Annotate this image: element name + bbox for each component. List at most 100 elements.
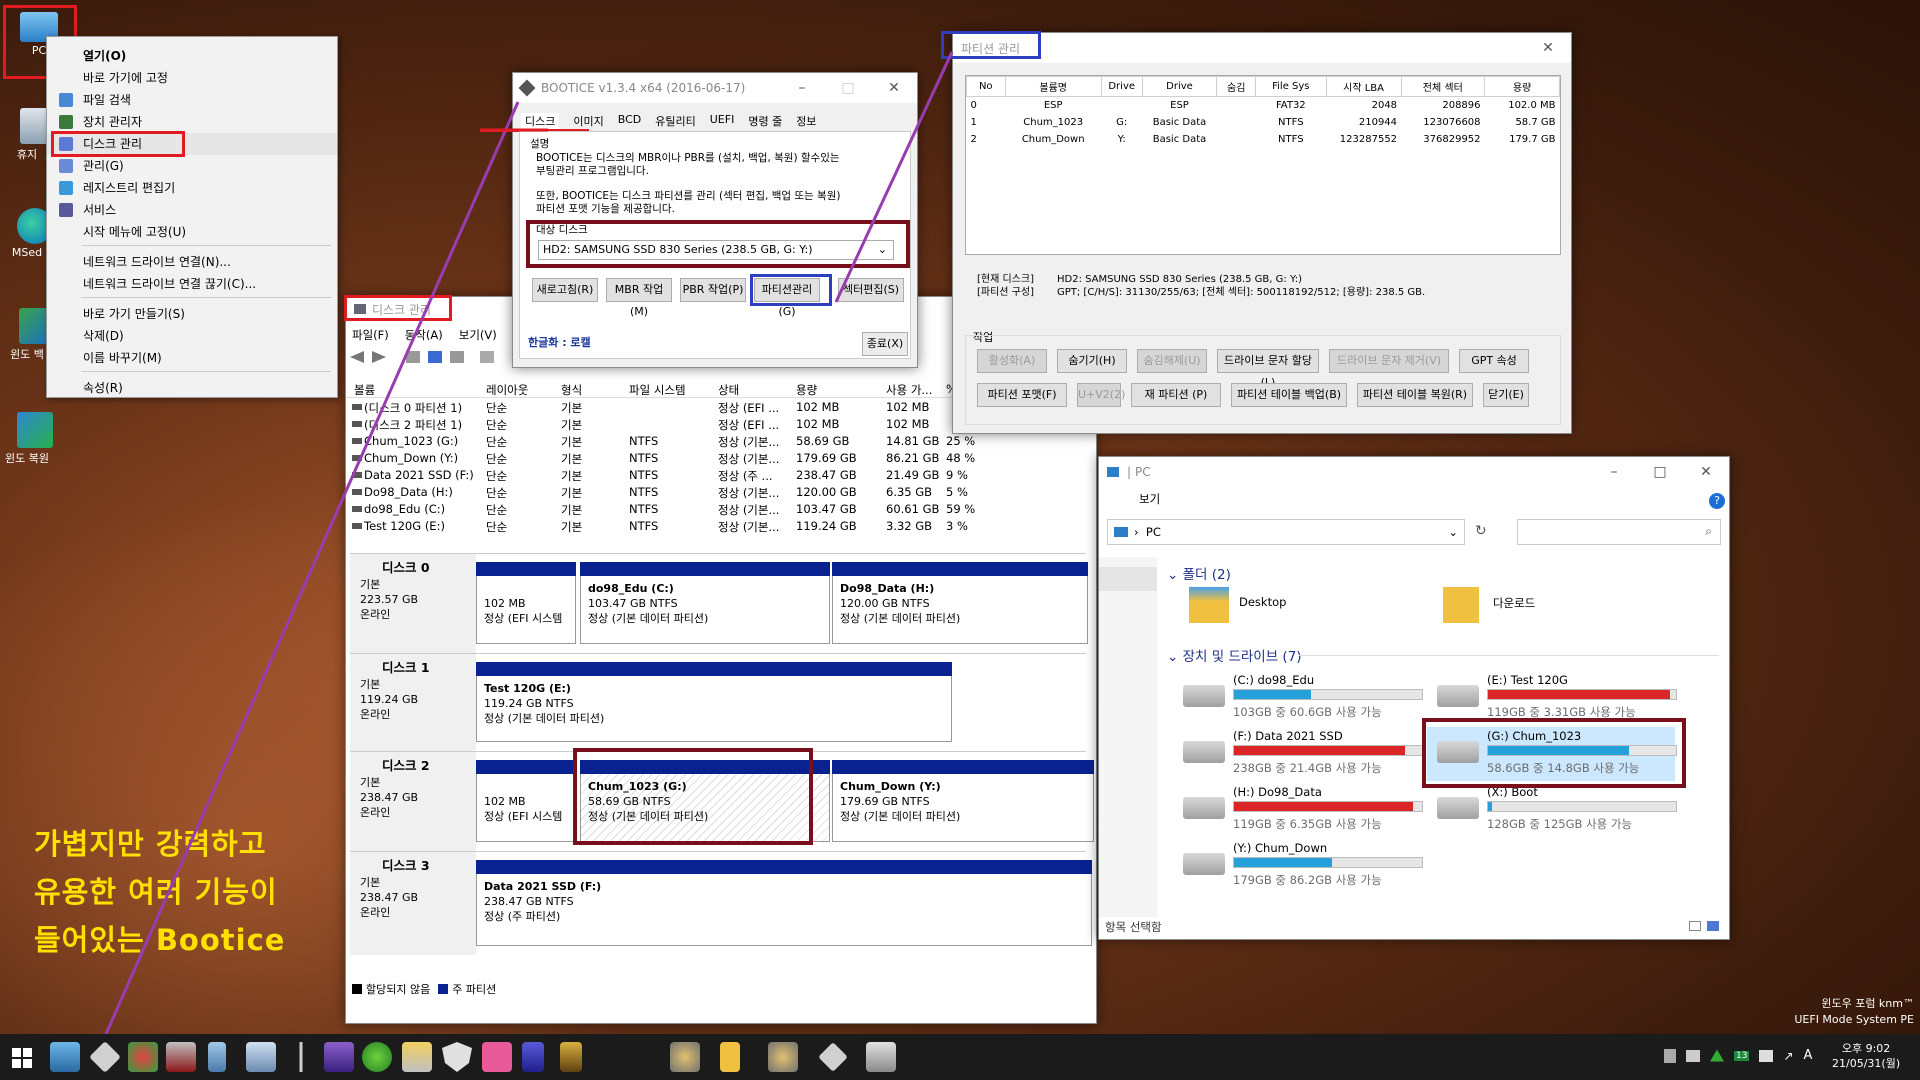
column-header[interactable]: 시작 LBA [1325,76,1402,97]
close-button[interactable]: ✕ [1525,33,1571,63]
taskbar-shield-icon[interactable] [442,1042,472,1072]
maximize-button[interactable]: □ [1637,457,1683,487]
taskbar-running-2[interactable] [720,1042,740,1072]
column-header[interactable]: 용량 [1484,76,1560,97]
partmgr-button-1[interactable]: 숨기기(H) [1057,349,1127,373]
partition-block[interactable]: Do98_Data (H:) 120.00 GB NTFS 정상 (기본 데이터 파… [832,562,1088,644]
drives-header[interactable]: ⌄ 장치 및 드라이브 (7) [1167,645,1302,665]
taskbar-app3-icon[interactable] [128,1042,158,1072]
partition-block[interactable]: Chum_Down (Y:) 179.69 GB NTFS 정상 (기본 데이터 파… [832,760,1094,842]
menu-view[interactable]: 보기(V) [459,327,497,343]
menu-item-7[interactable]: 서비스 [47,199,337,221]
volume-row[interactable]: Test 120G (E:) 단순 기본 NTFS 정상 (기본... 119.24 GB… [346,518,1086,535]
mbr-button[interactable]: MBR 작업(M) [606,278,672,318]
tab-utility[interactable]: 유틸리티 [655,113,695,129]
properties-icon[interactable] [450,351,464,363]
folder-desktop[interactable]: Desktop [1189,587,1349,627]
partition-block[interactable]: 102 MB 정상 (EFI 시스템 [476,760,576,842]
drive-item[interactable]: (F:) Data 2021 SSD 238GB 중 21.4GB 사용 가능 [1183,727,1443,777]
taskbar-app13-icon[interactable] [522,1042,544,1072]
column-header[interactable]: 숨김 [1216,76,1256,97]
menu-item-0[interactable]: 열기(O) [47,45,337,67]
partmgr-button-7[interactable]: U+V2(2) [1077,383,1125,407]
explorer-ribbon-view[interactable]: 보기 [1139,491,1160,507]
drive-item[interactable]: (H:) Do98_Data 119GB 중 6.35GB 사용 가능 [1183,783,1443,833]
minimize-button[interactable]: – [779,73,825,103]
taskbar-app9-icon[interactable] [362,1042,392,1072]
tab-bcd[interactable]: BCD [618,113,642,129]
partmgr-button-10[interactable]: 파티션 테이블 복원(R) [1357,383,1473,407]
volume-row[interactable]: Chum_Down (Y:) 단순 기본 NTFS 정상 (기본... 179.69 GB… [346,450,1086,467]
tray-display-icon[interactable] [1686,1049,1700,1062]
explorer-titlebar[interactable]: | PC – □ ✕ [1099,457,1729,487]
address-bar[interactable]: › PC ⌄ [1107,519,1465,545]
taskbar-running-5[interactable] [866,1042,896,1072]
taskbar-running-3[interactable] [768,1042,798,1072]
menu-item-10[interactable]: 네트워크 드라이브 연결 끊기(C)... [47,273,337,295]
menu-item-12[interactable]: 삭제(D) [47,325,337,347]
view-tiles-icon[interactable] [1707,921,1719,931]
drive-item[interactable]: (X:) Boot 128GB 중 125GB 사용 가능 [1437,783,1697,833]
tray-chat-icon[interactable] [1759,1049,1774,1062]
taskbar-app12-icon[interactable] [482,1042,512,1072]
partmgr-button-9[interactable]: 파티션 테이블 백업(B) [1231,383,1347,407]
taskbar-app8-icon[interactable] [324,1042,354,1072]
refresh-icon[interactable] [480,351,494,363]
partmgr-button-4[interactable]: 드라이브 문자 제거(V) [1329,349,1449,373]
partition-row[interactable]: 0 ESP ESP FAT32 2048 208896 102.0 MB [967,97,1560,114]
column-header[interactable]: File Sys [1254,76,1327,97]
folders-header[interactable]: ⌄ 폴더 (2) [1167,563,1231,583]
close-button[interactable]: ✕ [1683,457,1729,487]
tab-cmd[interactable]: 명령 줄 [748,113,782,129]
taskbar-tools-icon[interactable] [299,1042,303,1072]
tray-badge[interactable]: 13 [1734,1050,1750,1061]
partition-manager-titlebar[interactable]: 파티션 관리 ✕ [953,33,1571,63]
help-icon[interactable]: ? [1709,493,1725,509]
disk-label[interactable]: 디스크 2 기본 238.47 GB 온라인 [350,752,476,851]
taskbar-app14-icon[interactable] [560,1042,582,1072]
exit-button[interactable]: 종료(X) [862,332,908,356]
taskbar-running-1[interactable] [670,1042,700,1072]
column-header[interactable]: 볼륨명 [1004,76,1102,97]
column-header[interactable]: 전체 섹터 [1400,76,1486,97]
pbr-button[interactable]: PBR 작업(P) [680,278,746,302]
menu-file[interactable]: 파일(F) [352,327,389,343]
volume-row[interactable]: Do98_Data (H:) 단순 기본 NTFS 정상 (기본... 120.00 GB… [346,484,1086,501]
help-icon[interactable] [428,351,442,363]
partmgr-button-2[interactable]: 숨김해제(U) [1137,349,1207,373]
forward-icon[interactable] [372,351,386,363]
tab-uefi[interactable]: UEFI [710,113,735,129]
volume-row[interactable]: Chum_1023 (G:) 단순 기본 NTFS 정상 (기본... 58.69 GB 1… [346,433,1086,450]
tray-network-icon[interactable] [1664,1048,1676,1063]
clock[interactable]: 오후 9:02 21/05/31(월) [1832,1041,1900,1071]
drive-item[interactable]: (Y:) Chum_Down 179GB 중 86.2GB 사용 가능 [1183,839,1443,889]
partition-row[interactable]: 1 Chum_1023 G: Basic Data NTFS 210944 12307660… [967,114,1560,131]
drive-item[interactable]: (E:) Test 120G 119GB 중 3.31GB 사용 가능 [1437,671,1697,721]
menu-item-2[interactable]: 파일 검색 [47,89,337,111]
drive-item[interactable]: (C:) do98_Edu 103GB 중 60.6GB 사용 가능 [1183,671,1443,721]
partition-block[interactable]: do98_Edu (C:) 103.47 GB NTFS 정상 (기본 데이터 파티… [580,562,830,644]
tray-warning-icon[interactable] [1710,1049,1724,1062]
taskbar-app5-icon[interactable] [208,1042,226,1072]
tab-disk[interactable]: 디스크 [521,113,560,129]
tray-ime[interactable]: A [1804,1048,1813,1063]
chevron-down-icon[interactable]: ⌄ [1448,520,1458,544]
sector-edit-button[interactable]: 섹터편집(S) [838,278,904,302]
menu-action[interactable]: 동작(A) [405,327,443,343]
partition-block[interactable]: Test 120G (E:) 119.24 GB NTFS 정상 (기본 데이터 파… [476,662,952,742]
partition-block[interactable]: Data 2021 SSD (F:) 238.47 GB NTFS 정상 (주 파티… [476,860,1092,946]
partmgr-button-8[interactable]: 재 파티션 (P) [1131,383,1221,407]
tray-arrow-icon[interactable]: ↗ [1783,1049,1793,1063]
menu-item-3[interactable]: 장치 관리자 [47,111,337,133]
taskbar-bootice-icon[interactable] [89,1041,121,1073]
menu-item-6[interactable]: 레지스트리 편집기 [47,177,337,199]
close-button[interactable]: ✕ [871,73,917,103]
bootice-titlebar[interactable]: BOOTICE v1.3.4 x64 (2016-06-17) – □ ✕ [513,73,917,103]
partmgr-button-5[interactable]: GPT 속성 [1459,349,1529,373]
partition-block[interactable]: 102 MB 정상 (EFI 시스템 [476,562,576,644]
taskbar-app10-icon[interactable] [402,1042,432,1072]
tab-info[interactable]: 정보 [796,113,816,129]
folder-downloads[interactable]: 다운로드 [1443,587,1603,627]
start-button[interactable] [12,1048,32,1068]
taskbar-running-4[interactable] [818,1042,848,1072]
